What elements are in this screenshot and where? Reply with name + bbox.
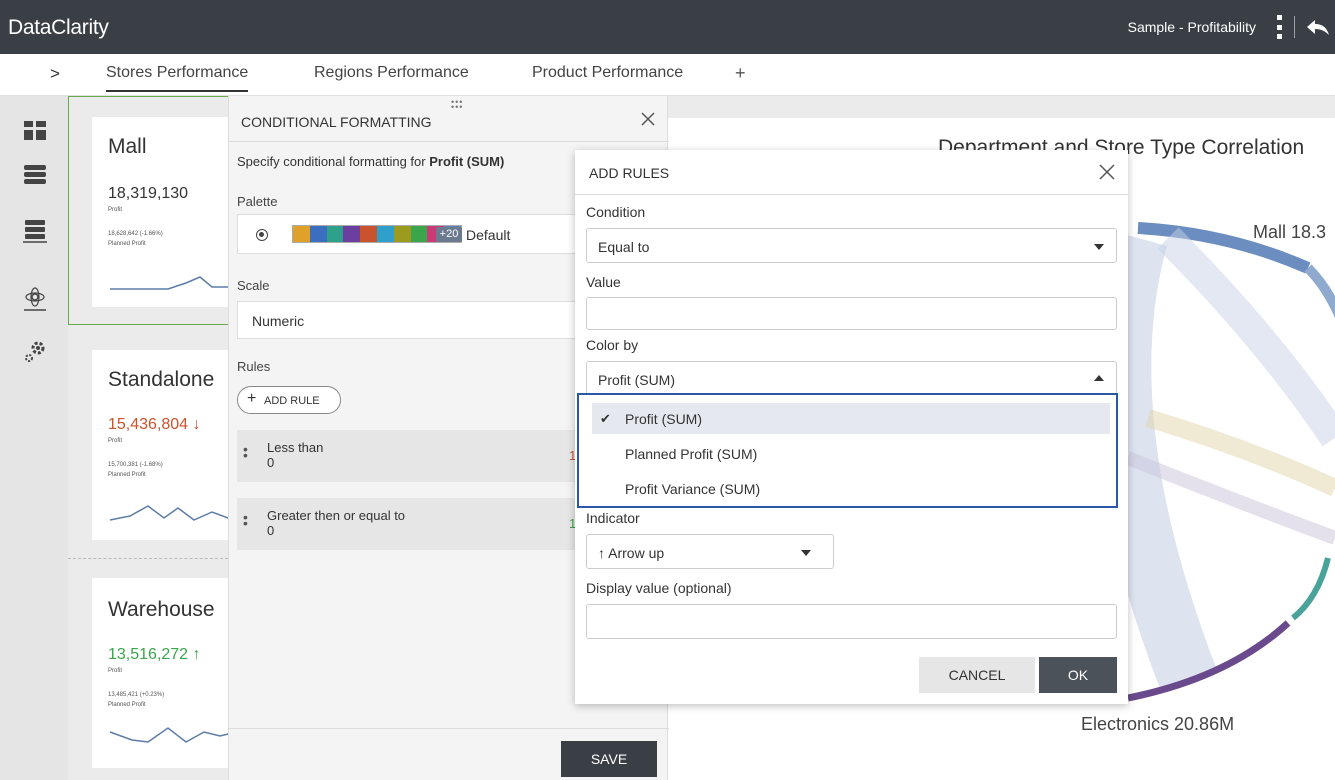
scale-value: Numeric bbox=[252, 313, 305, 329]
kpi-value: 13,516,272 ↑ bbox=[108, 646, 201, 663]
panel-title: CONDITIONAL FORMATTING bbox=[241, 114, 432, 130]
rules-label: Rules bbox=[237, 359, 271, 374]
ok-button[interactable]: OK bbox=[1039, 657, 1117, 693]
color-by-label: Color by bbox=[586, 337, 639, 353]
palette-color-swatch bbox=[410, 226, 428, 242]
chevron-down-icon bbox=[1094, 244, 1104, 250]
scale-select[interactable]: Numeric bbox=[237, 301, 617, 339]
palette-color-swatch bbox=[393, 226, 411, 242]
drag-handle-icon[interactable]: • • bbox=[243, 510, 248, 530]
selected-card-frame bbox=[68, 96, 228, 325]
option-label: Planned Profit (SUM) bbox=[625, 446, 758, 462]
dropdown-option-profit[interactable]: ✔ Profit (SUM) bbox=[592, 403, 1110, 434]
expand-sidebar-button[interactable]: > bbox=[50, 64, 60, 84]
check-icon: ✔ bbox=[600, 411, 611, 426]
kpi-value-label: Profit bbox=[108, 438, 123, 444]
indicator-label: Indicator bbox=[586, 510, 640, 526]
close-icon[interactable] bbox=[1097, 162, 1117, 182]
chart-label-electronics: Electronics 20.86M bbox=[1081, 714, 1235, 734]
display-value-input[interactable] bbox=[586, 604, 1117, 639]
kpi-value-label: Profit bbox=[108, 668, 123, 674]
rule-condition: Greater then or equal to bbox=[267, 508, 406, 523]
radio-selected[interactable] bbox=[256, 229, 268, 241]
divider bbox=[68, 558, 228, 559]
palette-color-swatch bbox=[343, 226, 361, 242]
panel-footer bbox=[229, 728, 669, 729]
settings-icon[interactable] bbox=[22, 338, 48, 364]
network-icon[interactable] bbox=[22, 286, 48, 312]
condition-value: Equal to bbox=[598, 239, 650, 255]
kpi-planned: 13,485,421 (+0.23%) bbox=[108, 692, 165, 698]
dialog-header: ADD RULES bbox=[575, 150, 1128, 195]
back-icon[interactable] bbox=[1305, 16, 1331, 38]
dialog-title: ADD RULES bbox=[589, 165, 670, 181]
value-input[interactable] bbox=[586, 297, 1117, 330]
drag-handle-icon[interactable]: ••• ••• bbox=[451, 98, 463, 112]
palette-extra-badge: +20 bbox=[436, 227, 462, 242]
rule-value: 0 bbox=[267, 455, 275, 470]
color-by-select[interactable]: Profit (SUM) bbox=[586, 361, 1117, 396]
dashboard-icon[interactable] bbox=[22, 118, 48, 144]
palette-color-swatch bbox=[326, 226, 344, 242]
brand-logo: DataClarity bbox=[8, 16, 109, 39]
tab-product-performance[interactable]: Product Performance bbox=[532, 64, 683, 82]
kpi-value: 15,436,804 ↓ bbox=[108, 416, 201, 433]
divider bbox=[1294, 16, 1295, 38]
save-button[interactable]: SAVE bbox=[561, 741, 657, 777]
data-table-icon[interactable] bbox=[22, 162, 48, 188]
top-bar-actions: Sample - Profitability bbox=[1128, 0, 1335, 54]
description-prefix: Specify conditional formatting for bbox=[237, 154, 430, 169]
kpi-planned-label: Planned Profit bbox=[108, 702, 146, 708]
add-tab-button[interactable]: + bbox=[735, 63, 746, 84]
option-label: Profit Variance (SUM) bbox=[625, 481, 761, 497]
chart-label-mall: Mall 18.3 bbox=[1253, 222, 1327, 242]
color-by-dropdown: ✔ Profit (SUM) Planned Profit (SUM) Prof… bbox=[577, 393, 1118, 508]
report-name: Sample - Profitability bbox=[1127, 19, 1256, 35]
tabs-bar: > Stores Performance Regions Performance… bbox=[0, 54, 1335, 96]
panel-header: CONDITIONAL FORMATTING ••• ••• bbox=[229, 96, 669, 142]
dropdown-option-profit-variance[interactable]: Profit Variance (SUM) bbox=[592, 473, 1110, 504]
sparkline bbox=[109, 727, 237, 743]
server-icon[interactable] bbox=[22, 218, 48, 244]
add-rule-button[interactable]: + ADD RULE bbox=[237, 386, 341, 414]
condition-label: Condition bbox=[586, 204, 646, 220]
condition-select[interactable]: Equal to bbox=[586, 228, 1117, 263]
add-rule-label: ADD RULE bbox=[264, 395, 320, 407]
tab-stores-performance[interactable]: Stores Performance bbox=[106, 64, 249, 92]
kpi-title: Warehouse bbox=[108, 598, 215, 621]
kpi-title: Standalone bbox=[108, 368, 215, 391]
palette-label: Palette bbox=[237, 194, 278, 209]
kpi-planned: 15,700,381 (-1.68%) bbox=[108, 462, 163, 468]
panel-description: Specify conditional formatting for Profi… bbox=[237, 154, 504, 169]
description-field: Profit (SUM) bbox=[429, 154, 505, 169]
scale-label: Scale bbox=[237, 278, 270, 293]
palette-name: Default bbox=[466, 227, 511, 243]
color-by-value: Profit (SUM) bbox=[598, 372, 675, 388]
palette-color-swatch bbox=[376, 226, 394, 242]
option-label: Profit (SUM) bbox=[625, 411, 702, 427]
sparkline bbox=[109, 505, 237, 521]
rule-condition: Less than bbox=[267, 440, 324, 455]
rule-value: 0 bbox=[267, 523, 275, 538]
kpi-planned-label: Planned Profit bbox=[108, 472, 146, 478]
indicator-value: ↑ Arrow up bbox=[598, 545, 665, 561]
dropdown-option-planned-profit[interactable]: Planned Profit (SUM) bbox=[592, 438, 1110, 469]
chevron-down-icon bbox=[801, 550, 811, 556]
palette-option[interactable]: +20 Default bbox=[237, 214, 617, 254]
indicator-select[interactable]: ↑ Arrow up bbox=[586, 534, 834, 569]
cancel-button[interactable]: CANCEL bbox=[919, 657, 1035, 693]
palette-color-swatch bbox=[360, 226, 377, 242]
palette-color-swatch bbox=[293, 226, 310, 242]
more-menu-icon[interactable] bbox=[1274, 15, 1284, 39]
drag-handle-icon[interactable]: • • bbox=[243, 442, 248, 462]
close-icon[interactable] bbox=[639, 110, 657, 128]
value-label: Value bbox=[586, 274, 621, 290]
tab-regions-performance[interactable]: Regions Performance bbox=[314, 64, 469, 82]
top-bar: DataClarity Sample - Profitability bbox=[0, 0, 1335, 54]
display-value-label: Display value (optional) bbox=[586, 580, 732, 596]
left-sidebar bbox=[0, 96, 68, 780]
palette-color-swatch bbox=[309, 226, 327, 242]
chevron-up-icon bbox=[1094, 375, 1104, 381]
plus-icon: + bbox=[247, 390, 257, 407]
